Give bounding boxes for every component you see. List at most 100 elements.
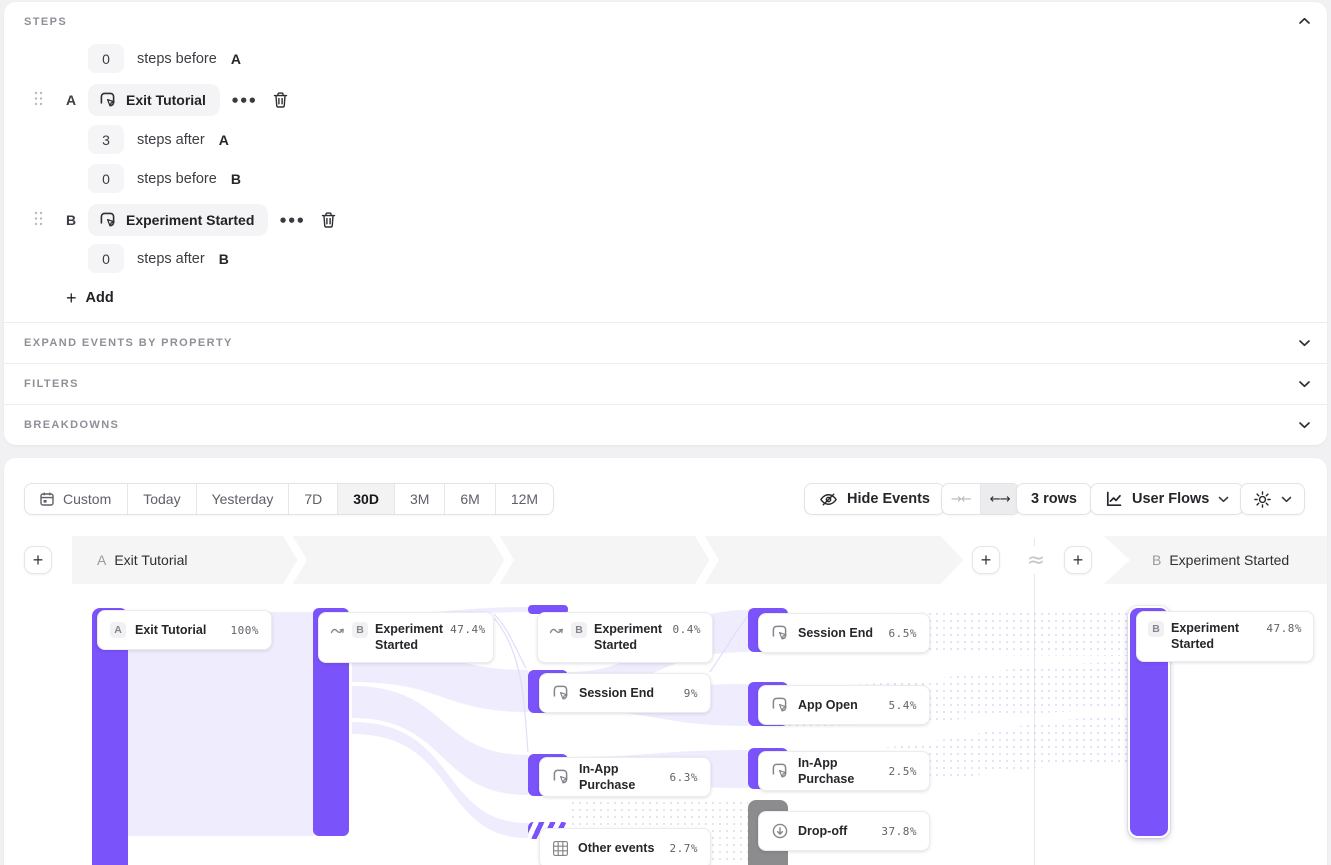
- flow-node-app-open[interactable]: App Open 5.4%: [758, 685, 930, 725]
- gear-icon: [1253, 490, 1272, 509]
- node-name: Drop-off: [798, 823, 847, 839]
- date-range-7d[interactable]: 7D: [289, 484, 338, 514]
- steps-title: STEPS: [24, 16, 67, 28]
- steps-before-a-input[interactable]: 0: [88, 44, 124, 73]
- drag-handle-icon[interactable]: [34, 91, 43, 106]
- step-a-more-options-icon[interactable]: ●●●: [232, 96, 258, 104]
- column-a-title: Exit Tutorial: [114, 552, 187, 568]
- date-range-12m[interactable]: 12M: [496, 484, 553, 514]
- flow-node-session-end-col3[interactable]: Session End 9%: [539, 673, 711, 713]
- collapse-steps-chevron-up-icon[interactable]: [1298, 17, 1311, 25]
- date-range-3m[interactable]: 3M: [395, 484, 445, 514]
- add-column-before-b-button[interactable]: +: [1064, 546, 1092, 574]
- rows-count-label: 3 rows: [1031, 491, 1077, 507]
- plus-icon: +: [981, 550, 992, 571]
- section-label: EXPAND EVENTS BY PROPERTY: [24, 337, 233, 349]
- step-a-event-button[interactable]: Exit Tutorial: [88, 84, 220, 116]
- node-percent: 37.8%: [881, 825, 917, 838]
- step-b-event-button[interactable]: Experiment Started: [88, 204, 268, 236]
- date-range-label: Today: [143, 491, 180, 507]
- node-percent: 47.4%: [450, 623, 486, 636]
- calendar-icon: [39, 491, 55, 507]
- plus-icon: +: [66, 291, 77, 305]
- step-badge: B: [571, 622, 587, 638]
- flow-node-experiment-started-col3[interactable]: B Experiment Started 0.4%: [537, 612, 713, 663]
- node-percent: 5.4%: [889, 699, 918, 712]
- flow-node-experiment-started-col5[interactable]: B Experiment Started 47.8%: [1136, 611, 1314, 662]
- section-label: FILTERS: [24, 378, 79, 390]
- node-percent: 47.8%: [1266, 622, 1302, 635]
- node-name: In-App Purchase: [798, 755, 880, 788]
- event-icon: [99, 211, 117, 229]
- date-range-label: 6M: [460, 491, 479, 507]
- gap-row-ref: B: [231, 171, 241, 187]
- add-column-after-a-button[interactable]: +: [972, 546, 1000, 574]
- date-range-custom[interactable]: Custom: [25, 484, 128, 514]
- section-expand-events-by-property[interactable]: EXPAND EVENTS BY PROPERTY: [4, 322, 1327, 363]
- column-break-approx-symbol: ≈: [1021, 546, 1051, 574]
- date-range-label: Yesterday: [212, 491, 274, 507]
- rows-count-button[interactable]: 3 rows: [1016, 483, 1092, 515]
- column-chevron-separator: [490, 536, 514, 584]
- node-percent: 9%: [684, 687, 698, 700]
- date-range-yesterday[interactable]: Yesterday: [197, 484, 290, 514]
- gap-row-ref: B: [219, 251, 229, 267]
- hide-events-button[interactable]: Hide Events: [804, 483, 945, 515]
- date-range-6m[interactable]: 6M: [445, 484, 495, 514]
- view-type-label: User Flows: [1132, 491, 1209, 507]
- step-badge: A: [110, 622, 126, 638]
- date-range-label: 30D: [353, 491, 379, 507]
- step-b-more-options-icon[interactable]: ●●●: [280, 216, 306, 224]
- add-step-button[interactable]: + Add: [66, 290, 114, 306]
- chevron-down-icon: [1298, 380, 1311, 388]
- node-name: App Open: [798, 697, 858, 713]
- node-percent: 100%: [231, 624, 260, 637]
- node-name: Exit Tutorial: [135, 622, 206, 638]
- flow-node-drop-off[interactable]: Drop-off 37.8%: [758, 811, 930, 851]
- date-range-today[interactable]: Today: [128, 484, 196, 514]
- chevron-down-icon: [1298, 421, 1311, 429]
- grid-icon: [552, 840, 569, 857]
- event-icon: [552, 768, 570, 786]
- arrows-inward-icon: →←: [951, 492, 971, 507]
- column-header-band-a[interactable]: A Exit Tutorial: [72, 536, 963, 584]
- gap-row-text: steps before: [137, 51, 217, 67]
- steps-after-a-input[interactable]: 3: [88, 125, 124, 154]
- node-name: Other events: [578, 840, 654, 856]
- date-range-30d[interactable]: 30D: [338, 484, 395, 514]
- collapse-columns-button[interactable]: →←: [942, 484, 981, 514]
- column-header-band-b[interactable]: B Experiment Started: [1104, 536, 1327, 584]
- flow-node-other-events[interactable]: Other events 2.7%: [539, 828, 711, 865]
- flow-node-in-app-purchase-col3[interactable]: In-App Purchase 6.3%: [539, 757, 711, 797]
- view-type-dropdown[interactable]: User Flows: [1090, 483, 1244, 515]
- section-breakdowns[interactable]: BREAKDOWNS: [4, 404, 1327, 445]
- add-column-left-button[interactable]: +: [24, 546, 52, 574]
- arrows-outward-icon: ←→: [990, 492, 1010, 507]
- steps-before-a-label: steps before A: [137, 44, 241, 73]
- steps-after-b-input[interactable]: 0: [88, 244, 124, 273]
- step-b-delete-trash-icon[interactable]: [320, 211, 337, 229]
- flow-node-in-app-purchase-col4[interactable]: In-App Purchase 2.5%: [758, 751, 930, 791]
- column-chevron-separator: [695, 536, 719, 584]
- section-filters[interactable]: FILTERS: [4, 363, 1327, 404]
- drop-off-icon: [771, 822, 789, 840]
- steps-before-b-input[interactable]: 0: [88, 164, 124, 193]
- settings-dropdown[interactable]: [1240, 483, 1305, 515]
- column-chevron-separator: [283, 536, 307, 584]
- flow-node-experiment-started-col2[interactable]: B Experiment Started 47.4%: [318, 612, 494, 663]
- step-b-letter: B: [66, 212, 76, 228]
- flow-node-session-end-col4[interactable]: Session End 6.5%: [758, 613, 930, 653]
- node-percent: 6.5%: [889, 627, 918, 640]
- node-name: Experiment Started: [375, 621, 443, 654]
- flow-node-exit-tutorial[interactable]: A Exit Tutorial 100%: [97, 610, 272, 650]
- node-name: In-App Purchase: [579, 761, 661, 794]
- date-range-label: 12M: [511, 491, 538, 507]
- wavy-arrow-icon: [330, 625, 345, 636]
- date-range-label: 3M: [410, 491, 429, 507]
- expand-columns-button[interactable]: ←→: [981, 484, 1019, 514]
- steps-after-b-label: steps after B: [137, 244, 229, 273]
- gap-row-text: steps before: [137, 171, 217, 187]
- node-percent: 6.3%: [670, 771, 699, 784]
- drag-handle-icon[interactable]: [34, 211, 43, 226]
- step-a-delete-trash-icon[interactable]: [272, 91, 289, 109]
